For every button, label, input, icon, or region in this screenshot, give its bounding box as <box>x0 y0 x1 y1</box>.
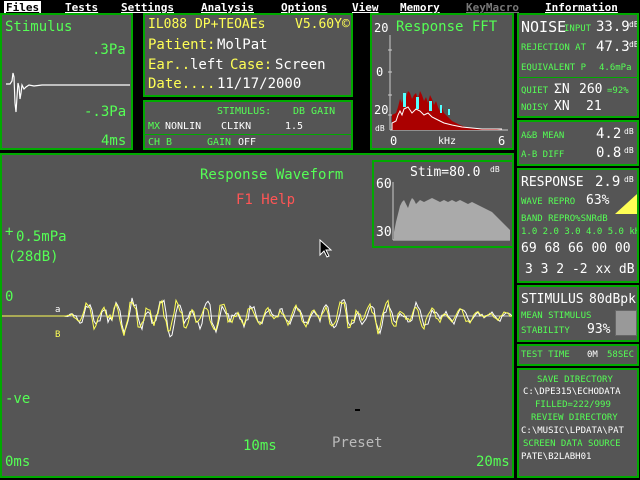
quiet-value: 260 <box>579 82 603 97</box>
save-directory-label: SAVE DIRECTORY <box>537 375 613 385</box>
date-label: Date.... <box>148 76 216 92</box>
equivalent-label: EQUIVALENT P <box>521 63 587 73</box>
patient-info-panel: IL088 DP+TEOAEs V5.60Y© Patient: MolPat … <box>143 13 353 97</box>
rejection-label: REJECTION AT <box>521 43 587 53</box>
case-label: Case: <box>230 57 273 73</box>
ear-label: Ear.. <box>148 57 191 73</box>
stimulus-setting-label: STIMULUS: <box>217 106 272 117</box>
quiet-symbol: ΣN <box>554 82 570 97</box>
noisy-value: 21 <box>586 99 602 114</box>
noise-input-label: INPUT <box>564 24 592 34</box>
directories-panel: SAVE DIRECTORY C:\DPE315\ECHODATA FILLED… <box>517 368 639 478</box>
gain-state: OFF <box>238 137 257 148</box>
stability-indicator <box>615 310 637 336</box>
repro-bar-icon <box>615 194 637 214</box>
mx-value: NONLIN <box>165 121 202 132</box>
filled-count: FILLED=222/999 <box>535 400 611 410</box>
stimulus-stability-panel: STIMULUS 80dBpk MEAN STIMULUS STABILITY … <box>517 285 639 342</box>
rejection-value: 47.3 <box>596 39 630 55</box>
stim-spectrum-plot <box>392 182 510 241</box>
noise-title: NOISE <box>521 18 567 36</box>
stability-label: STABILITY <box>521 326 570 336</box>
fft-plot <box>388 35 508 131</box>
stability-value: 93% <box>587 322 611 337</box>
quiet-percent: =92% <box>607 86 629 96</box>
menu-bar: Files Tests Settings Analysis Options Vi… <box>0 0 640 14</box>
band-frequencies: 1.0 2.0 3.0 4.0 5.0 kHz <box>521 227 639 237</box>
ab-mean-unit: dB <box>624 127 634 136</box>
date-value: 11/17/2000 <box>217 76 302 92</box>
ab-diff-label: A-B DIFF <box>521 150 565 160</box>
gain-label: GAIN <box>207 137 232 148</box>
patient-label: Patient: <box>148 37 216 53</box>
band-repro-label: BAND REPRO%SNRdB <box>521 214 608 224</box>
noise-panel: NOISE INPUT 33.9 dB REJECTION AT 47.3 dB… <box>517 13 639 118</box>
wave-repro-value: 63% <box>586 193 610 208</box>
patient-value: MolPat <box>217 37 268 53</box>
test-time-seconds: 58SEC <box>607 350 635 360</box>
screen-data-source-label: SCREEN DATA SOURCE <box>523 439 621 449</box>
review-directory-path[interactable]: C:\MUSIC\LPDATA\PAT <box>521 427 624 436</box>
response-title: RESPONSE <box>521 175 584 190</box>
mouse-pointer-icon <box>319 239 333 258</box>
noisy-label: NOISY <box>521 103 549 113</box>
band-repro-values: 69 68 66 00 00 % <box>521 241 639 256</box>
ab-diff-value: 0.8 <box>596 145 622 161</box>
mx-label: MX <box>148 121 161 132</box>
stimulus-panel: Stimulus .3Pa -.3Pa 4ms <box>0 13 133 150</box>
stim-panel-title: STIMULUS <box>521 292 584 307</box>
review-directory-label: REVIEW DIRECTORY <box>531 413 618 423</box>
response-value: 2.9 <box>595 174 621 190</box>
screen-data-source-path[interactable]: PATE\B2LABH01 <box>521 453 591 462</box>
noise-input-value: 33.9 <box>596 19 630 35</box>
equivalent-value: 4.6mPa <box>599 63 632 73</box>
ab-mean-label: A&B MEAN <box>521 131 565 141</box>
response-panel: RESPONSE 2.9 dB WAVE REPRO 63% BAND REPR… <box>517 168 639 283</box>
response-fft-panel: Response FFT 20 0 20 dB 0 kHz 6 <box>370 13 514 150</box>
save-directory-path[interactable]: C:\DPE315\ECHODATA <box>523 388 621 397</box>
test-time-label: TEST TIME <box>521 350 570 360</box>
stim-spectrum-inset: Stim=80.0 dB 60 30 <box>372 160 512 248</box>
response-waveform-panel: Response Waveform F1 Help + 0.5mPa (28dB… <box>0 153 514 478</box>
settings-divider <box>145 134 351 135</box>
test-time-minutes: 0M <box>587 350 598 360</box>
channel-label: CH B <box>148 137 173 148</box>
stimulus-settings-panel: STIMULUS: DB GAIN MX NONLIN CLIKN 1.5 CH… <box>143 100 353 150</box>
noise-input-unit: dB <box>629 20 639 29</box>
db-gain-value: 1.5 <box>285 121 304 132</box>
db-gain-label: DB GAIN <box>293 106 336 117</box>
noise-divider <box>519 77 637 78</box>
case-value: Screen <box>275 57 326 73</box>
ear-value: left <box>190 57 224 73</box>
version-label: V5.60Y© <box>295 17 350 32</box>
band-snr-values: 3 3 2 -2 xx dB <box>525 262 635 277</box>
ab-mean-value: 4.2 <box>596 126 622 142</box>
ab-panel: A&B MEAN 4.2 dB A-B DIFF 0.8 dB <box>517 120 639 166</box>
stimulus-waveform <box>6 72 130 113</box>
stimulus-type-value: CLIKN <box>221 121 252 132</box>
test-time-panel: TEST TIME 0M 58SEC <box>517 344 639 366</box>
device-label: IL088 DP+TEOAEs <box>148 17 266 32</box>
wave-repro-label: WAVE REPRO <box>521 197 576 207</box>
stim-panel-value: 80dBpk <box>589 292 636 307</box>
quiet-label: QUIET <box>521 86 549 96</box>
noisy-symbol: XN <box>554 99 570 114</box>
response-unit: dB <box>624 175 634 184</box>
ab-diff-unit: dB <box>624 146 634 155</box>
mean-stimulus-label: MEAN STIMULUS <box>521 311 592 321</box>
rejection-unit: dB <box>629 40 639 49</box>
